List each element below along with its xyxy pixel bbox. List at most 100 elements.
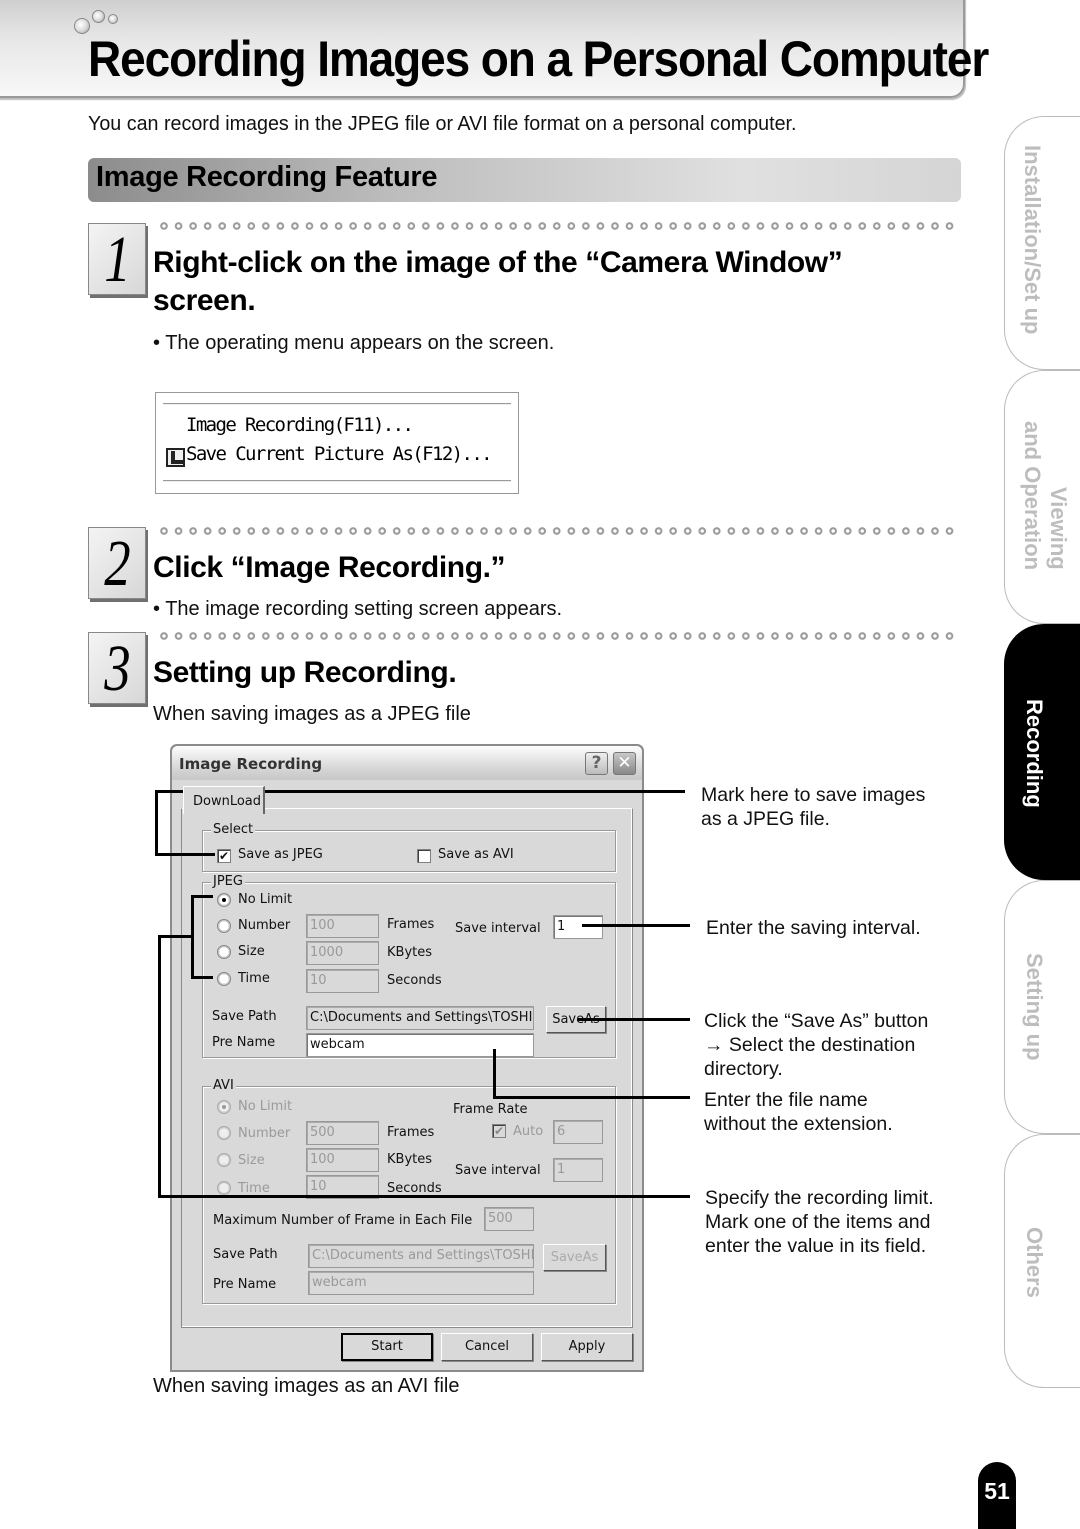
close-button[interactable]: ✕ [613,752,636,775]
page-number: 51 [978,1462,1016,1529]
side-tab-label: Setting up [1022,953,1047,1061]
jpeg-time-field[interactable]: 10 [306,969,379,993]
cancel-button[interactable]: Cancel [441,1333,533,1361]
callout-file-name: Enter the file name without the extensio… [704,1088,893,1136]
dotted-divider [160,527,960,537]
side-tab-label: Others [1022,1227,1047,1298]
apply-button[interactable]: Apply [541,1333,633,1361]
avi-pre-name-field[interactable]: webcam [308,1271,534,1295]
dialog-titlebar[interactable]: Image Recording ? ✕ [172,746,642,780]
avi-frame-rate-label: Frame Rate [453,1102,528,1117]
save-picture-icon [166,448,185,467]
callout-interval: Enter the saving interval. [706,916,921,940]
callout-line: Specify the recording limit. [705,1187,934,1209]
jpeg-no-limit-radio[interactable] [217,893,231,907]
avi-save-interval-field[interactable]: 1 [553,1158,603,1182]
avi-pre-name-label: Pre Name [213,1277,277,1292]
step-number-2: 2 [88,527,146,600]
select-group-label: Select [211,822,256,837]
jpeg-size-field[interactable]: 1000 [306,941,379,965]
page-title: Recording Images on a Personal Computer [88,31,989,87]
side-tab-viewing[interactable]: Viewing and Operation [1004,370,1080,624]
step-1-title: Right-click on the image of the “Camera … [153,244,843,320]
jpeg-size-radio[interactable] [217,945,231,959]
step-2-title: Click “Image Recording.” [153,551,506,584]
callout-line: Enter the file name [704,1089,868,1111]
tab-download-label: DownLoad [193,794,262,809]
side-tab-label: Installation/Set up [1020,145,1045,335]
jpeg-group-label: JPEG [211,874,245,889]
jpeg-save-interval-label: Save interval [455,921,541,936]
callout-jpeg-mark: Mark here to save images as a JPEG file. [701,783,925,831]
callout-line: → Select the destination [704,1034,916,1056]
menu-item-save-current-picture[interactable]: Save Current Picture As(F12)... [186,443,493,465]
avi-group-label: AVI [211,1078,236,1093]
jpeg-time-radio[interactable] [217,972,231,986]
avi-no-limit-radio[interactable] [217,1100,231,1114]
jpeg-save-interval-field[interactable]: 1 [553,915,603,939]
step-3-title: Setting up Recording. [153,656,457,689]
avi-size-radio[interactable] [217,1153,231,1167]
save-as-avi-checkbox[interactable] [417,849,431,863]
save-as-jpeg-checkbox[interactable]: ✔ [217,849,231,863]
side-tab-label: Recording [1022,699,1047,808]
section-title: Image Recording Feature [96,161,438,193]
jpeg-number-label: Number [238,918,291,933]
jpeg-size-label: Size [238,944,265,959]
start-button[interactable]: Start [341,1333,433,1361]
callout-line: enter the value in its field. [705,1235,927,1257]
save-as-jpeg-label: Save as JPEG [238,847,323,862]
side-tab-installation[interactable]: Installation/Set up [1004,116,1080,370]
jpeg-no-limit-label: No Limit [238,892,293,907]
avi-time-radio[interactable] [217,1181,231,1195]
avi-number-radio[interactable] [217,1126,231,1140]
jpeg-save-path-field[interactable]: C:\Documents and Settings\TOSHIB [306,1006,534,1030]
menu-separator [163,480,511,482]
side-tab-label-line2: and Operation [1020,421,1045,571]
avi-save-as-button[interactable]: SaveAs [543,1244,606,1271]
callout-line: as a JPEG file. [701,808,830,830]
side-tab-setting-up[interactable]: Setting up [1004,880,1080,1134]
step-number-1: 1 [88,223,146,296]
step-3-note: When saving images as a JPEG file [153,703,471,725]
avi-seconds-unit: Seconds [387,1181,442,1196]
avi-max-frames-field[interactable]: 500 [484,1207,534,1231]
avi-kbytes-unit: KBytes [387,1152,433,1167]
avi-auto-checkbox[interactable]: ✔ [492,1124,506,1138]
jpeg-seconds-unit: Seconds [387,973,442,988]
dotted-divider [160,632,960,642]
menu-separator [163,403,511,405]
dotted-divider [160,222,960,232]
jpeg-number-field[interactable]: 100 [306,914,379,938]
step-2-note: • The image recording setting screen app… [153,598,563,620]
avi-number-field[interactable]: 500 [306,1121,379,1145]
tab-download[interactable]: DownLoad [183,786,265,814]
menu-item-image-recording[interactable]: Image Recording(F11)... [186,414,414,436]
jpeg-frames-unit: Frames [387,917,435,932]
save-as-avi-label: Save as AVI [438,847,514,862]
side-tab-recording[interactable]: Recording [1004,624,1080,880]
dialog-title: Image Recording [179,755,323,773]
avi-save-interval-label: Save interval [455,1163,541,1178]
callout-line: directory. [704,1058,783,1080]
callout-line: Mark here to save images [701,784,926,806]
avi-size-field[interactable]: 100 [306,1148,379,1172]
side-tab-label-line1: Viewing [1046,487,1071,571]
step-1-note: • The operating menu appears on the scre… [153,332,555,354]
jpeg-number-radio[interactable] [217,919,231,933]
side-tab-others[interactable]: Others [1004,1134,1080,1388]
jpeg-pre-name-field[interactable]: webcam [306,1033,534,1057]
avi-frame-rate-field[interactable]: 6 [553,1120,603,1144]
callout-line: Enter the saving interval. [706,917,921,939]
avi-save-path-field[interactable]: C:\Documents and Settings\TOSHIB [308,1244,534,1268]
avi-auto-label: Auto [513,1124,544,1139]
close-icon: ✕ [617,753,632,773]
help-button[interactable]: ? [585,752,608,775]
step-number-3: 3 [88,632,146,705]
intro-text: You can record images in the JPEG file o… [88,113,797,135]
callout-limit: Specify the recording limit. Mark one of… [705,1186,934,1258]
jpeg-kbytes-unit: KBytes [387,945,433,960]
avi-number-label: Number [238,1126,291,1141]
avi-no-limit-label: No Limit [238,1099,293,1114]
callout-save-as: Click the “Save As” button → Select the … [704,1009,928,1081]
